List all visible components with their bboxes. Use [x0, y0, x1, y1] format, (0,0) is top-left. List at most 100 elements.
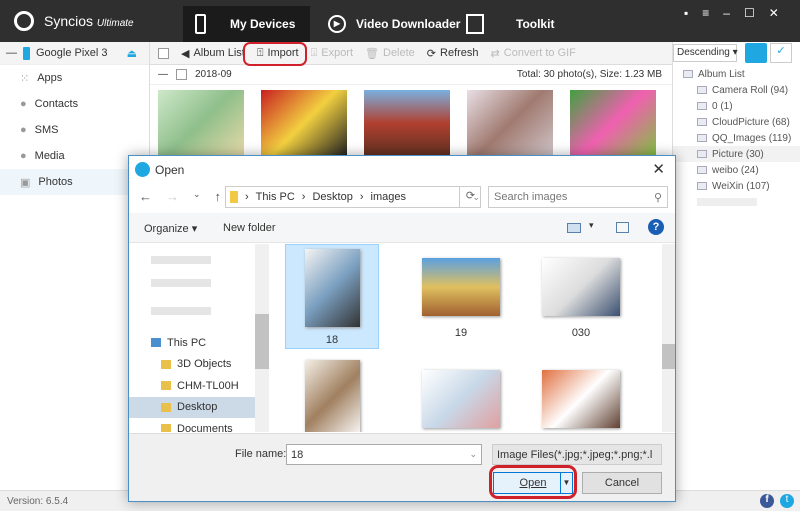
tab-my-devices[interactable]: My Devices — [183, 6, 310, 42]
date-group-header: —2018-09 Total: 30 photo(s), Size: 1.23 M… — [150, 65, 672, 85]
sidebar-item-contacts[interactable]: ● Contacts — [0, 91, 149, 117]
album-label: weibo (24) — [712, 164, 759, 176]
search-icon: ⚲ — [653, 192, 662, 204]
nav-item-label: This PC — [167, 336, 207, 349]
album-label: WeiXin (107) — [712, 180, 770, 192]
sidebar-item-apps[interactable]: ⁙ Apps — [0, 65, 149, 91]
convert-gif-button[interactable]: ⇄ Convert to GIF — [491, 47, 576, 60]
breadcrumb-item[interactable]: Desktop — [312, 191, 352, 203]
device-row[interactable]: — Google Pixel 3 ⏏ — [0, 42, 149, 65]
back-icon[interactable]: ← — [139, 189, 152, 204]
photo-thumbnail[interactable] — [364, 90, 450, 156]
album-icon — [683, 70, 693, 78]
recent-dropdown-icon[interactable]: ⌄ — [193, 189, 201, 204]
play-icon: ▶ — [328, 15, 346, 33]
button-label: Export — [321, 47, 354, 59]
nav-item[interactable]: This PC — [129, 332, 255, 353]
file-name: 18 — [325, 334, 339, 346]
cancel-button[interactable]: Cancel — [582, 472, 662, 494]
version-label: Version: 6.5.4 — [7, 496, 69, 507]
view-options-icon[interactable] — [567, 223, 581, 233]
dialog-toolbar: Organize ▾ New folder ▾ ? — [129, 213, 675, 243]
album-item[interactable]: weibo (24) — [673, 162, 800, 178]
pc-icon — [151, 338, 161, 347]
export-button[interactable]: ⍗ Export — [311, 47, 353, 60]
sidebar-item-label: Apps — [37, 72, 63, 84]
album-item[interactable]: Camera Roll (94) — [673, 82, 800, 98]
file-item[interactable] — [534, 356, 628, 432]
photo-thumbnail[interactable] — [261, 90, 347, 156]
organize-button[interactable]: Organize ▾ — [144, 222, 197, 235]
nav-item[interactable]: 3D Objects — [129, 354, 255, 375]
contacts-icon: ● — [20, 98, 27, 110]
group-checkbox[interactable] — [176, 69, 187, 80]
file-item[interactable] — [285, 356, 379, 432]
minimize-icon[interactable]: – — [723, 6, 730, 20]
eject-icon[interactable]: ⏏ — [127, 47, 137, 60]
file-item[interactable]: 19 — [414, 244, 508, 349]
photo-thumbnail[interactable] — [570, 90, 656, 156]
file-name-input[interactable]: 18 ⌄ — [286, 444, 482, 465]
new-folder-button[interactable]: New folder — [223, 222, 276, 234]
nav-item[interactable]: CHM-TL00H — [129, 375, 255, 396]
calendar-view-button[interactable] — [745, 43, 767, 63]
nav-scrollbar[interactable] — [255, 244, 269, 432]
twitter-icon[interactable]: t — [780, 494, 794, 508]
search-input[interactable]: Search images ⚲ — [488, 186, 668, 208]
nav-item-blurred[interactable] — [129, 300, 255, 321]
refresh-icon[interactable]: ⟳ — [459, 186, 481, 208]
group-summary: Total: 30 photo(s), Size: 1.23 MB — [516, 69, 662, 80]
tab-video-downloader[interactable]: ▶ Video Downloader — [328, 6, 460, 42]
button-label: Convert to GIF — [503, 47, 576, 59]
album-item[interactable]: Picture (30) — [673, 146, 800, 162]
trash-icon: 🗑 — [365, 47, 379, 60]
toolkit-icon — [466, 14, 484, 34]
photo-thumbnail[interactable] — [467, 90, 553, 156]
feedback-icon[interactable]: ▪ — [684, 6, 688, 20]
address-bar[interactable]: › This PC › Desktop › images ⌄ — [225, 186, 481, 208]
file-item[interactable]: 030 — [534, 244, 628, 349]
sidebar-item-sms[interactable]: ● SMS — [0, 117, 149, 143]
album-item[interactable]: WeiXin (107) — [673, 178, 800, 194]
device-name: Google Pixel 3 — [36, 47, 108, 59]
menu-icon[interactable]: ≡ — [702, 6, 709, 20]
preview-pane-icon[interactable] — [616, 222, 629, 233]
sidebar-item-photos[interactable]: ▣ Photos — [0, 169, 149, 195]
sort-select[interactable]: Descending ▾ — [673, 44, 738, 62]
tab-toolkit[interactable]: Toolkit — [466, 6, 554, 42]
close-icon[interactable]: ✕ — [652, 160, 665, 178]
select-all-checkbox[interactable] — [158, 47, 169, 59]
title-bar: Syncios Ultimate My Devices ▶ Video Downl… — [0, 0, 800, 42]
breadcrumb-item[interactable]: images — [371, 191, 406, 203]
maximize-icon[interactable]: ☐ — [744, 6, 755, 20]
album-item[interactable]: QQ_Images (119) — [673, 130, 800, 146]
up-icon[interactable]: ↑ — [215, 189, 222, 204]
album-item[interactable]: 0 (1) — [673, 98, 800, 114]
sidebar-item-media[interactable]: ● Media — [0, 143, 149, 169]
phone-icon — [23, 46, 30, 60]
file-thumbnail — [542, 370, 620, 428]
button-label: Refresh — [440, 47, 479, 59]
file-item[interactable]: 18 — [285, 244, 379, 349]
file-scrollbar[interactable] — [662, 244, 675, 432]
album-item[interactable]: CloudPicture (68) — [673, 114, 800, 130]
file-name-label: File name: — [235, 448, 287, 460]
nav-item-blurred[interactable] — [129, 249, 255, 270]
chevron-down-icon[interactable]: ▾ — [589, 220, 594, 231]
delete-button[interactable]: 🗑 Delete — [365, 47, 415, 60]
file-item[interactable] — [414, 356, 508, 432]
photo-thumbnail[interactable] — [158, 90, 244, 156]
breadcrumb-item[interactable]: This PC — [256, 191, 295, 203]
clipboard-view-button[interactable]: ✓ — [770, 43, 792, 63]
refresh-button[interactable]: ⟳ Refresh — [427, 47, 479, 60]
facebook-icon[interactable]: f — [760, 494, 774, 508]
nav-item[interactable]: Documents — [129, 418, 255, 432]
nav-item-blurred[interactable] — [129, 272, 255, 293]
album-list-button[interactable]: ◀ Album List — [181, 47, 245, 60]
help-icon[interactable]: ? — [648, 219, 664, 235]
file-type-select[interactable]: Image Files(*.jpg;*.jpeg;*.png;*.l — [492, 444, 662, 465]
close-icon[interactable]: ✕ — [769, 6, 779, 20]
album-item-blurred[interactable] — [673, 194, 800, 210]
nav-item[interactable]: Desktop — [129, 396, 255, 418]
forward-icon[interactable]: → — [166, 189, 179, 204]
